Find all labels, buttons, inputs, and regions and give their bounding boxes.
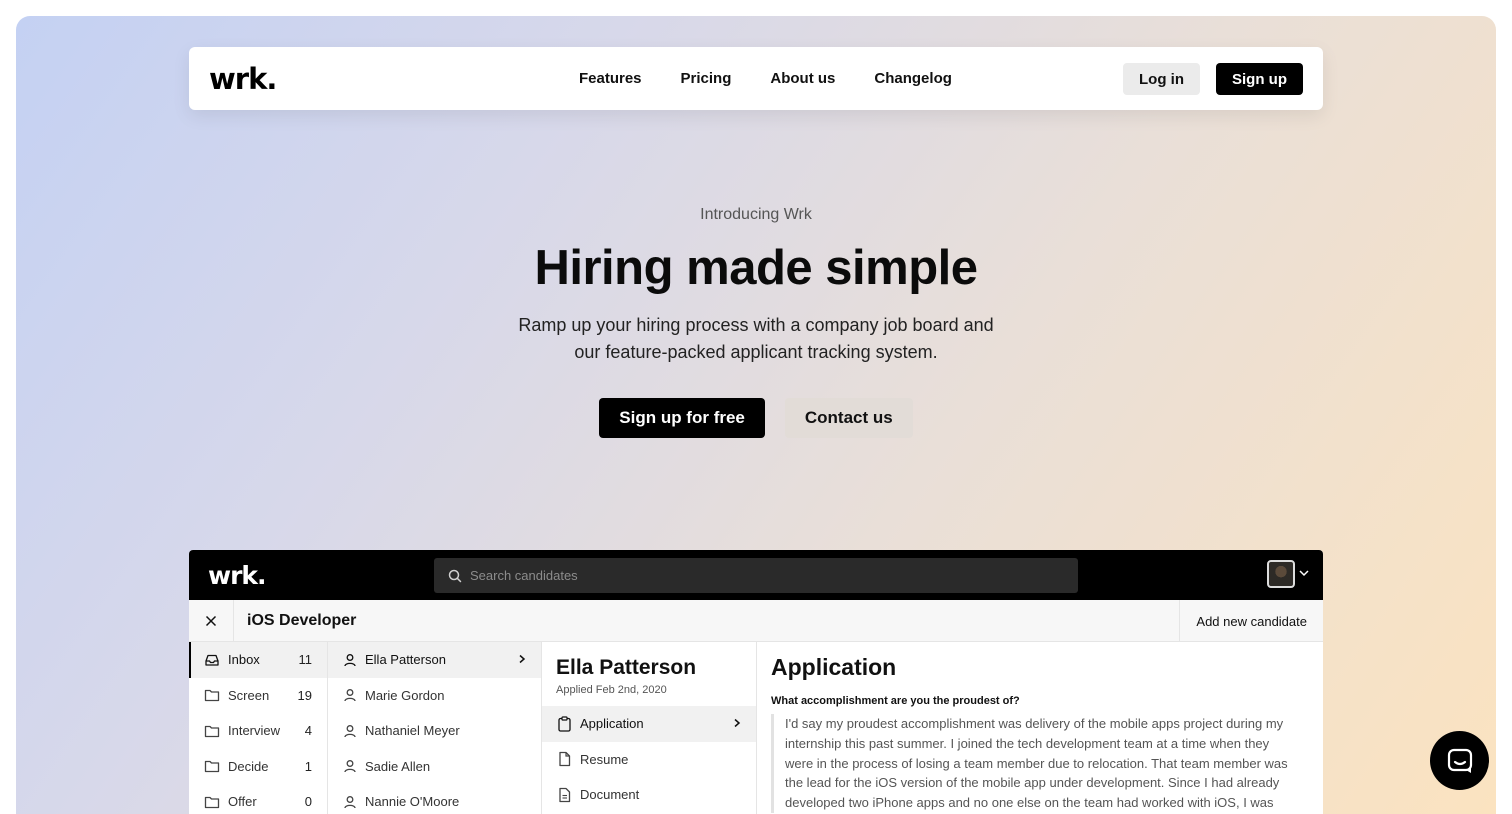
- app-header: wrk. Search candidates: [189, 550, 1323, 600]
- chevron-down-icon[interactable]: [1298, 567, 1310, 579]
- section-application[interactable]: Application: [542, 706, 756, 742]
- candidate-name: Ella Patterson: [365, 652, 446, 668]
- chat-launcher-button[interactable]: [1430, 731, 1489, 790]
- hero-section: Introducing Wrk Hiring made simple Ramp …: [16, 206, 1496, 438]
- section-resume[interactable]: Resume: [542, 742, 756, 778]
- add-candidate-button[interactable]: Add new candidate: [1179, 600, 1323, 642]
- candidate-item[interactable]: Ella Patterson: [328, 642, 541, 678]
- section-label: Resume: [580, 751, 629, 767]
- search-input[interactable]: Search candidates: [434, 558, 1078, 593]
- candidate-item[interactable]: Sadie Allen: [328, 749, 541, 785]
- stage-label: Offer: [228, 794, 257, 810]
- answer-line: the lead for the iOS version of the mobi…: [785, 775, 1280, 791]
- search-placeholder: Search candidates: [470, 568, 578, 583]
- file-icon: [557, 751, 572, 767]
- signup-button[interactable]: Sign up: [1216, 63, 1303, 95]
- answer-line: I'd say my proudest accomplishment was d…: [785, 716, 1284, 731]
- hero-headline: Hiring made simple: [534, 241, 978, 295]
- candidate-header: Ella Patterson Applied Feb 2nd, 2020: [542, 642, 756, 706]
- hero-cta-group: Sign up for free Contact us: [16, 398, 1496, 438]
- application-panel: Application What accomplishment are you …: [757, 642, 1323, 814]
- folder-icon: [204, 723, 220, 739]
- job-header: iOS Developer Add new candidate: [189, 599, 1323, 642]
- app-preview: wrk. Search candidates iOS Developer Add…: [189, 550, 1323, 814]
- candidate-detail: Ella Patterson Applied Feb 2nd, 2020 App…: [542, 642, 757, 814]
- hero-subtitle-line-1: Ramp up your hiring process with a compa…: [518, 315, 994, 335]
- candidate-title: Ella Patterson: [556, 656, 697, 679]
- folder-icon: [204, 758, 220, 774]
- candidate-name: Nannie O'Moore: [365, 794, 460, 810]
- chat-icon: [1446, 747, 1474, 775]
- signup-free-button[interactable]: Sign up for free: [599, 398, 765, 438]
- hero-subtitle-line-2: our feature-packed applicant tracking sy…: [574, 342, 938, 362]
- application-question: What accomplishment are you the proudest…: [771, 695, 1020, 707]
- section-document[interactable]: Document: [542, 777, 756, 813]
- nav-link-about[interactable]: About us: [770, 70, 835, 87]
- stage-count: 0: [304, 794, 312, 810]
- section-label: Application: [580, 716, 644, 732]
- search-icon: [448, 569, 462, 583]
- chevron-right-icon: [517, 654, 527, 664]
- login-button[interactable]: Log in: [1123, 63, 1200, 95]
- user-icon: [343, 724, 357, 738]
- document-icon: [557, 787, 572, 803]
- candidate-item[interactable]: Marie Gordon: [328, 678, 541, 714]
- hero-subtitle: Ramp up your hiring process with a compa…: [16, 312, 1496, 366]
- close-button[interactable]: [189, 599, 234, 642]
- stage-count: 19: [297, 687, 312, 703]
- candidate-name: Marie Gordon: [365, 687, 445, 703]
- nav-links: Features Pricing About us Changelog: [579, 47, 991, 110]
- stage-item-screen[interactable]: Screen 19: [189, 678, 327, 714]
- answer-line: were in the process of losing a team mem…: [785, 755, 1288, 771]
- app-columns: Inbox 11 Screen 19 Interview 4 Decide 1 …: [189, 642, 1323, 814]
- job-title: iOS Developer: [247, 611, 357, 629]
- answer-line: internship this past summer. I joined th…: [785, 735, 1270, 751]
- application-title: Application: [771, 654, 897, 680]
- page-background: wrk. Features Pricing About us Changelog…: [16, 16, 1496, 814]
- folder-icon: [204, 687, 220, 703]
- answer-line: developed two iPhone apps and no one els…: [785, 795, 1274, 811]
- candidate-name: Nathaniel Meyer: [365, 723, 460, 739]
- candidate-item[interactable]: Nannie O'Moore: [328, 784, 541, 814]
- application-answer: I'd say my proudest accomplishment was d…: [771, 714, 1309, 813]
- applied-date: Applied Feb 2nd, 2020: [556, 684, 667, 696]
- stage-item-decide[interactable]: Decide 1: [189, 749, 327, 785]
- logo[interactable]: wrk.: [209, 62, 277, 96]
- user-icon: [343, 759, 357, 773]
- stage-item-inbox[interactable]: Inbox 11: [189, 642, 327, 678]
- stage-label: Decide: [228, 758, 269, 774]
- stage-label: Screen: [228, 687, 270, 703]
- stage-item-interview[interactable]: Interview 4: [189, 713, 327, 749]
- clipboard-icon: [557, 716, 572, 732]
- stage-count: 4: [304, 723, 312, 739]
- contact-us-button[interactable]: Contact us: [784, 398, 913, 438]
- close-icon: [205, 615, 217, 627]
- user-icon: [343, 653, 357, 667]
- hero-eyebrow: Introducing Wrk: [700, 206, 812, 223]
- nav-link-changelog[interactable]: Changelog: [874, 70, 952, 87]
- user-icon: [343, 795, 357, 809]
- nav-link-pricing[interactable]: Pricing: [681, 70, 732, 87]
- stage-item-offer[interactable]: Offer 0: [189, 784, 327, 814]
- candidate-item[interactable]: Nathaniel Meyer: [328, 713, 541, 749]
- stage-count: 1: [304, 758, 312, 774]
- nav-link-features[interactable]: Features: [579, 70, 642, 87]
- chevron-right-icon: [732, 718, 742, 728]
- stage-label: Interview: [228, 723, 281, 739]
- user-icon: [343, 688, 357, 702]
- candidate-list: Ella Patterson Marie Gordon Nathaniel Me…: [328, 642, 542, 814]
- inbox-icon: [204, 652, 220, 668]
- section-label: Document: [580, 787, 640, 803]
- nav-buttons: Log in Sign up: [1123, 63, 1303, 95]
- avatar[interactable]: [1267, 560, 1295, 588]
- top-navbar: wrk. Features Pricing About us Changelog…: [189, 47, 1323, 110]
- stage-label: Inbox: [228, 652, 260, 668]
- app-logo[interactable]: wrk.: [208, 561, 267, 590]
- stage-count: 11: [298, 652, 313, 668]
- folder-icon: [204, 794, 220, 810]
- candidate-name: Sadie Allen: [365, 758, 431, 774]
- stage-list: Inbox 11 Screen 19 Interview 4 Decide 1 …: [189, 642, 328, 814]
